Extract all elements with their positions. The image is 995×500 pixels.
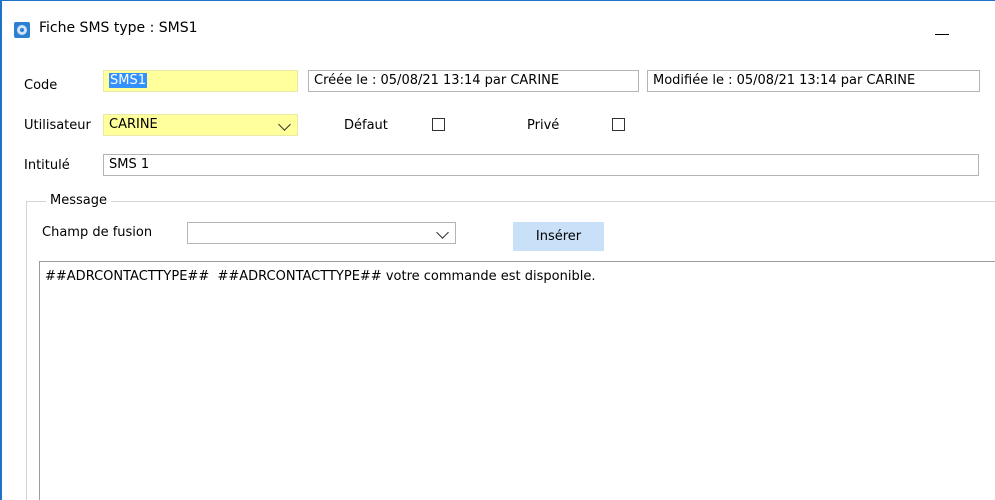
app-icon: [14, 22, 30, 38]
code-input[interactable]: SMS1: [103, 70, 298, 92]
window-title: Fiche SMS type : SMS1: [39, 20, 198, 36]
default-label: Défaut: [344, 118, 388, 133]
user-combo[interactable]: CARINE: [103, 114, 298, 136]
minimize-icon[interactable]: [924, 22, 960, 42]
message-body-textarea[interactable]: ##ADRCONTACTTYPE## ##ADRCONTACTTYPE## vo…: [39, 261, 995, 500]
insert-button[interactable]: Insérer: [513, 222, 604, 251]
sms-template-window: Fiche SMS type : SMS1 Code SMS1 Créée le…: [0, 0, 995, 500]
user-combo-value: CARINE: [109, 117, 158, 132]
code-label: Code: [24, 78, 58, 93]
merge-field-label: Champ de fusion: [42, 225, 153, 240]
message-group-label: Message: [46, 193, 111, 208]
title-bar: Fiche SMS type : SMS1: [2, 1, 995, 38]
private-checkbox[interactable]: [612, 118, 625, 131]
title-input[interactable]: SMS 1: [103, 154, 979, 176]
chevron-down-icon[interactable]: [278, 118, 291, 131]
private-label: Privé: [527, 118, 560, 133]
modified-info: Modifiée le : 05/08/21 13:14 par CARINE: [647, 70, 980, 92]
default-checkbox[interactable]: [432, 118, 445, 131]
merge-field-combo[interactable]: [187, 222, 456, 244]
created-info: Créée le : 05/08/21 13:14 par CARINE: [308, 70, 639, 92]
user-label: Utilisateur: [24, 118, 91, 133]
chevron-down-icon[interactable]: [436, 226, 449, 239]
code-input-value: SMS1: [109, 73, 147, 88]
title-label: Intitulé: [24, 158, 70, 173]
